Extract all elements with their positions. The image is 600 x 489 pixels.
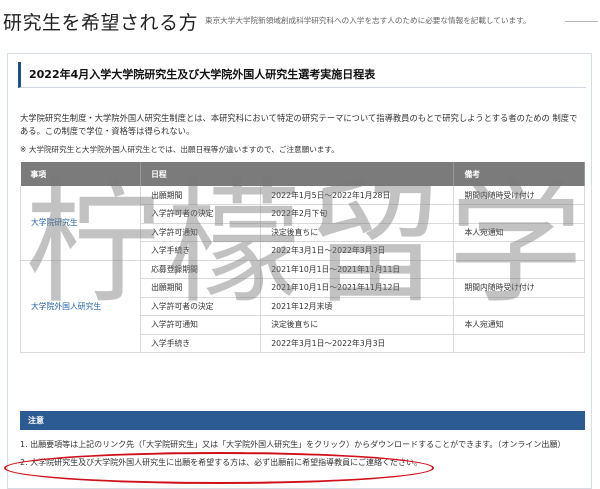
page-header: 研究生を希望される方 東京大学大学院新領域創成科学研究科への入学を志す人のために… — [0, 0, 600, 40]
table-cell-date: 決定後直ちに — [260, 223, 455, 242]
table-cell-remark — [453, 241, 585, 261]
table-cell-date: 2021年12月末頃 — [260, 297, 455, 316]
table-cell-remark: 期間内随時受け付け — [453, 186, 585, 205]
table-cell-item: 入学許可者の決定 — [140, 297, 262, 316]
category-link-foreign-research-student[interactable]: 大学院外国人研究生 — [19, 260, 142, 353]
table-cell-date: 2022年2月下旬 — [260, 204, 455, 224]
table-cell-remark: 本人宛通知 — [453, 315, 585, 335]
table-cell-item: 入学手続き — [140, 334, 262, 353]
note-item: 1. 出願要項等は上記のリンク先（「大学院研究生」又は「大学院外国人研究生」をク… — [20, 440, 566, 449]
section-title: 2022年4月入学大学院研究生及び大学院外国人研究生選考実施日程表 — [18, 62, 586, 88]
table-cell-item: 入学許可通知 — [140, 315, 262, 335]
table-cell-remark — [453, 204, 585, 224]
table-cell-date: 2021年10月1日～2021年11月12日 — [260, 278, 455, 298]
table-cell-date: 2022年3月1日～2022年3月3日 — [260, 241, 455, 261]
table-cell-remark — [453, 297, 585, 316]
table-cell-item: 出願期間 — [140, 278, 262, 298]
schedule-panel: 2022年4月入学大学院研究生及び大学院外国人研究生選考実施日程表 大学院研究生… — [7, 53, 592, 489]
intro-text: 大学院研究生制度・大学院外国人研究生制度とは、本研究科において特定の研究テーマに… — [20, 113, 578, 136]
table-cell-item: 入学許可通知 — [140, 223, 262, 242]
notes-heading: 注意 — [20, 411, 585, 430]
table-cell-date: 決定後直ちに — [260, 315, 455, 335]
schedule-table: 事項 日程 備考 大学院研究生 出願期間 2022年1月5日～2022年1月28… — [19, 162, 585, 353]
table-row: 大学院研究生 出願期間 2022年1月5日～2022年1月28日 期間内随時受け… — [19, 186, 585, 261]
table-cell-remark — [453, 334, 585, 353]
table-cell-remark — [453, 260, 585, 279]
schedule-note: ※ 大学院研究生と大学院外国人研究生とでは、出願日程等が違いますので、ご注意願い… — [20, 145, 339, 154]
red-highlight-circle — [4, 452, 434, 484]
table-cell-item: 入学許可者の決定 — [140, 204, 262, 224]
page-description: 東京大学大学院新領域創成科学研究科への入学を志す人のために必要な情報を記載してい… — [205, 16, 531, 25]
table-row: 大学院外国人研究生 応募登録期間 2021年10月1日～2021年11月11日 — [19, 260, 585, 353]
table-cell-date: 2022年1月5日～2022年1月28日 — [260, 186, 455, 205]
table-cell-remark: 期間内随時受け付け — [453, 278, 585, 298]
category-link-research-student[interactable]: 大学院研究生 — [19, 186, 142, 261]
table-cell-item: 入学手続き — [140, 241, 262, 261]
table-cell-remark: 本人宛通知 — [453, 223, 585, 242]
table-header-row: 事項 日程 備考 — [20, 162, 585, 186]
table-cell-item: 出願期間 — [140, 186, 262, 205]
header-divider — [565, 21, 598, 22]
table-cell-date: 2021年10月1日～2021年11月11日 — [260, 260, 455, 279]
column-header-remarks: 備考 — [453, 162, 585, 186]
table-cell-date: 2022年3月1日～2022年3月3日 — [260, 334, 455, 353]
page-title: 研究生を希望される方 — [3, 12, 199, 34]
column-header-item: 事項 — [20, 162, 142, 186]
column-header-schedule: 日程 — [140, 162, 455, 186]
table-cell-item: 応募登録期間 — [140, 260, 262, 279]
